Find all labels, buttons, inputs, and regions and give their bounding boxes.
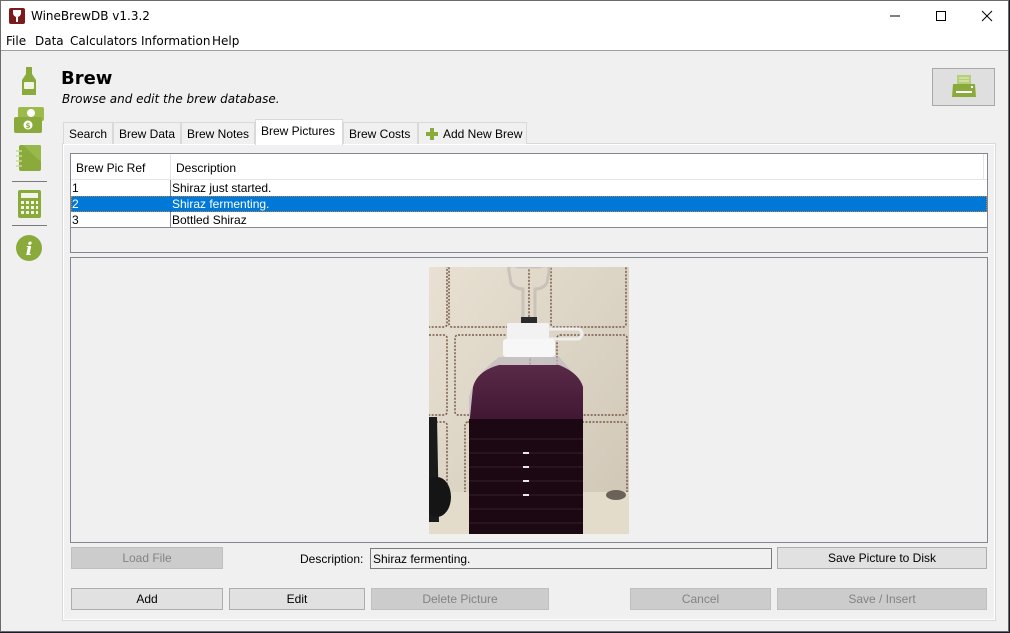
minimize-icon <box>890 15 900 17</box>
svg-text:i: i <box>26 239 33 260</box>
plus-icon <box>426 128 438 140</box>
page-title: Brew <box>61 68 113 89</box>
sidebar-separator <box>12 181 47 182</box>
tab-brew-costs[interactable]: Brew Costs <box>343 122 418 144</box>
add-button[interactable]: Add <box>71 588 223 610</box>
printer-icon <box>952 75 976 97</box>
page-subtitle: Browse and edit the brew database. <box>62 92 280 106</box>
print-button[interactable] <box>932 68 995 106</box>
cell-description: Bottled Shiraz <box>172 213 247 227</box>
menu-bar: File Data Calculators Information Help <box>1 31 1008 51</box>
table-row[interactable]: 3 Bottled Shiraz <box>71 212 987 228</box>
save-picture-to-disk-button[interactable]: Save Picture to Disk <box>777 547 987 569</box>
cell-ref: 1 <box>71 180 171 196</box>
tab-brew-data[interactable]: Brew Data <box>113 122 181 144</box>
cell-description: Shiraz just started. <box>172 181 272 195</box>
menu-information[interactable]: Information <box>141 34 210 48</box>
sidebar-separator <box>12 225 47 226</box>
close-button[interactable] <box>964 1 1010 31</box>
delete-picture-button[interactable]: Delete Picture <box>371 588 549 610</box>
menu-calculators[interactable]: Calculators <box>70 34 137 48</box>
edit-button[interactable]: Edit <box>229 588 365 610</box>
column-header-description[interactable]: Description <box>171 154 984 180</box>
picture-panel <box>70 257 988 543</box>
maximize-button[interactable] <box>918 1 964 31</box>
title-bar: WineBrewDB v1.3.2 <box>1 1 1008 31</box>
brew-photo-image <box>429 267 629 534</box>
wine-bottle-icon[interactable] <box>13 65 45 97</box>
info-icon[interactable]: i <box>13 232 45 264</box>
app-window: WineBrewDB v1.3.2 File Data Calculators … <box>0 0 1009 632</box>
cancel-button[interactable]: Cancel <box>630 588 771 610</box>
menu-file[interactable]: File <box>6 34 26 48</box>
tab-add-new-brew-label: Add New Brew <box>443 127 523 141</box>
cell-ref: 2 <box>71 196 171 212</box>
tab-search[interactable]: Search <box>63 122 113 144</box>
cell-description: Shiraz fermenting. <box>172 197 270 211</box>
save-insert-button[interactable]: Save / Insert <box>777 588 987 610</box>
table-row[interactable]: 1 Shiraz just started. <box>71 180 987 196</box>
close-icon <box>981 10 993 22</box>
notebook-icon[interactable] <box>13 142 45 174</box>
column-header-brew-pic-ref[interactable]: Brew Pic Ref <box>71 154 171 180</box>
tab-brew-notes[interactable]: Brew Notes <box>181 122 255 144</box>
tab-add-new-brew[interactable]: Add New Brew <box>418 122 527 144</box>
description-input[interactable] <box>370 548 772 569</box>
load-file-button[interactable]: Load File <box>71 547 223 569</box>
menu-data[interactable]: Data <box>35 34 64 48</box>
table-row-selected[interactable]: 2 Shiraz fermenting. <box>71 196 987 212</box>
tab-brew-pictures[interactable]: Brew Pictures <box>255 119 343 145</box>
cell-ref: 3 <box>71 212 171 228</box>
wine-glass-icon <box>9 8 25 24</box>
calculator-icon[interactable] <box>13 188 45 220</box>
svg-text:$: $ <box>26 122 31 130</box>
minimize-button[interactable] <box>872 1 918 31</box>
menu-help[interactable]: Help <box>212 34 239 48</box>
table-header: Brew Pic Ref Description <box>71 154 987 180</box>
money-icon[interactable]: $ <box>13 104 45 136</box>
description-label: Description: <box>300 552 364 566</box>
maximize-icon <box>936 11 946 21</box>
window-title: WineBrewDB v1.3.2 <box>31 9 150 23</box>
brew-pictures-table: Brew Pic Ref Description 1 Shiraz just s… <box>70 153 988 253</box>
brew-photo <box>429 267 629 534</box>
